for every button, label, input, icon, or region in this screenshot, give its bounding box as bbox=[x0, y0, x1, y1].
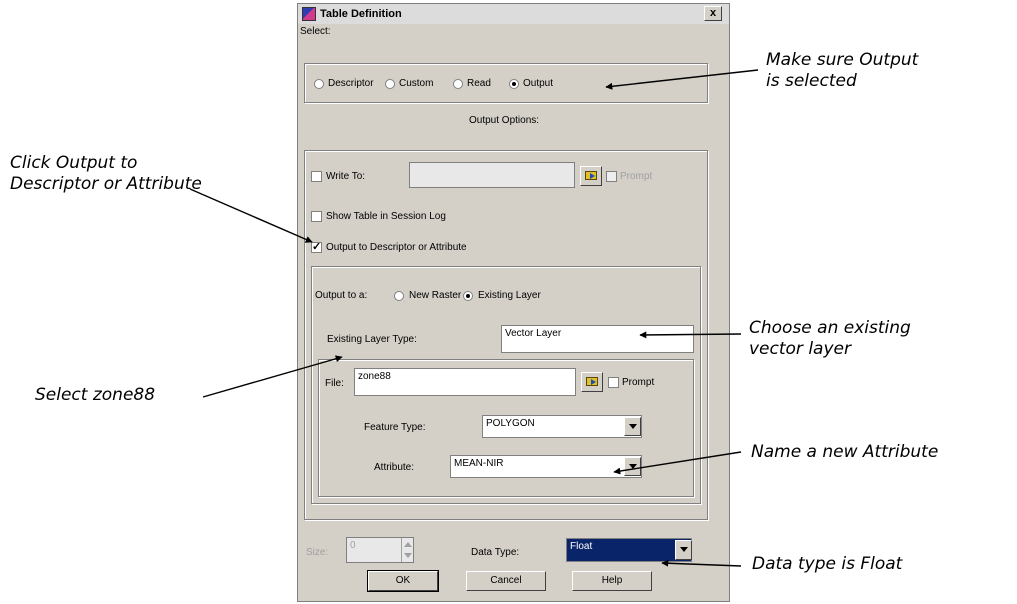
arrow-data-type bbox=[661, 559, 742, 567]
annotation-choose-layer-line-2: vector layer bbox=[749, 339, 851, 359]
annotation-choose-layer: Choose an existing vector layer bbox=[749, 318, 911, 360]
annotation-output-selected-line-1: Make sure Output bbox=[766, 50, 919, 70]
arrow-choose-layer bbox=[639, 331, 742, 339]
annotation-select-zone: Select zone88 bbox=[35, 385, 156, 405]
arrow-name-attribute bbox=[613, 451, 742, 475]
annotation-output-selected: Make sure Output is selected bbox=[766, 50, 918, 92]
annotation-click-output-line-2: Descriptor or Attribute bbox=[10, 174, 202, 194]
arrow-select-zone bbox=[202, 355, 343, 398]
annotation-choose-layer-line-1: Choose an existing bbox=[749, 318, 911, 338]
arrow-output-selected bbox=[605, 69, 759, 90]
annotation-click-output-line-1: Click Output to bbox=[10, 153, 138, 173]
annotation-click-output: Click Output to Descriptor or Attribute bbox=[10, 153, 202, 195]
annotation-name-attribute: Name a new Attribute bbox=[751, 442, 939, 462]
annotation-output-selected-line-2: is selected bbox=[766, 71, 857, 91]
arrow-click-output bbox=[189, 188, 313, 243]
annotation-data-type: Data type is Float bbox=[752, 554, 903, 574]
